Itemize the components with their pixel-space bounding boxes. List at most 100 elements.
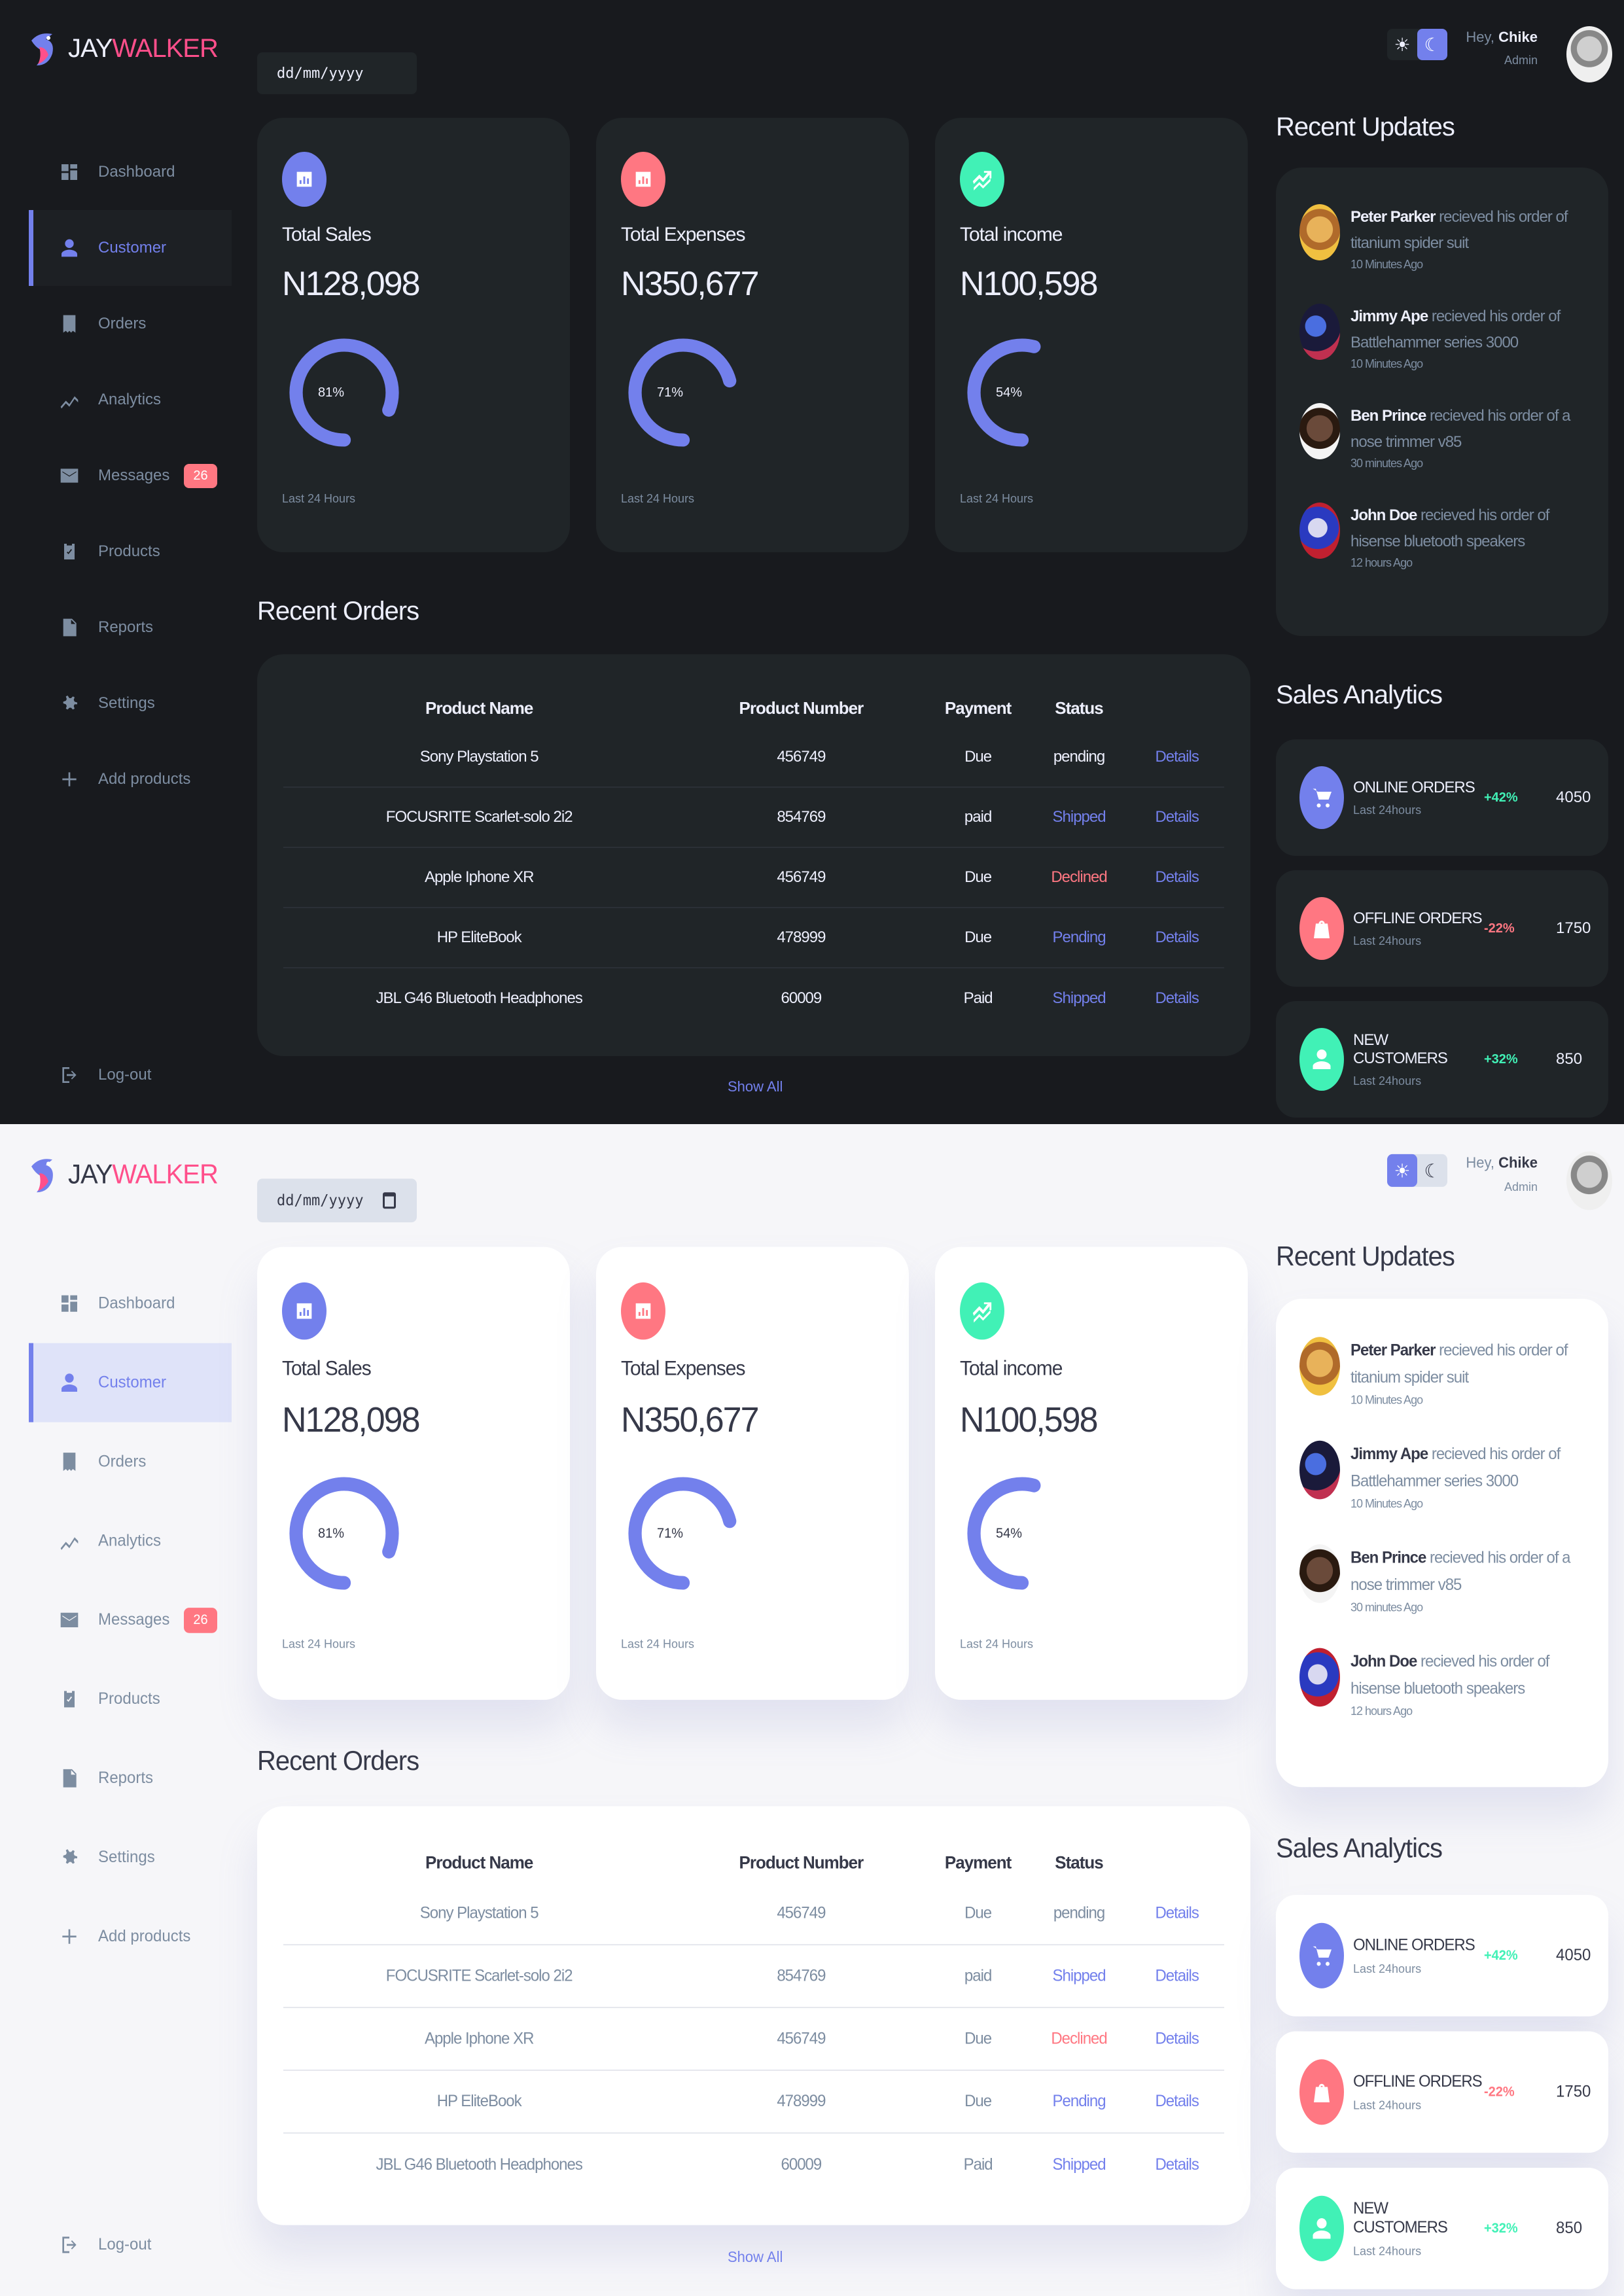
show-all-link[interactable]: Show All bbox=[728, 2248, 783, 2266]
theme-toggle[interactable]: ☀ ☾ bbox=[1387, 29, 1447, 60]
sidebar-item-reports[interactable]: Reports bbox=[29, 1739, 232, 1818]
card-footer: Last 24 Hours bbox=[282, 1636, 356, 1651]
sidebar-item-add-products[interactable]: Add products bbox=[29, 1897, 232, 1976]
sidebar-item-products[interactable]: Products bbox=[29, 1659, 232, 1739]
greeting: Hey, Chike bbox=[1466, 1154, 1538, 1171]
sun-icon[interactable]: ☀ bbox=[1387, 29, 1417, 60]
plus-icon bbox=[58, 1924, 81, 1949]
update-message: John Doe recieved his order of hisense b… bbox=[1350, 503, 1585, 555]
gear-icon bbox=[58, 1845, 81, 1870]
analytics-offline-orders[interactable]: OFFLINE ORDERS Last 24hours -22% 1750 bbox=[1276, 870, 1608, 987]
sidebar-item-label: Orders bbox=[98, 315, 147, 332]
theme-toggle[interactable]: ☀ ☾ bbox=[1387, 1154, 1447, 1187]
calendar-icon[interactable] bbox=[383, 1192, 397, 1209]
sidebar-item-dashboard[interactable]: Dashboard bbox=[29, 134, 232, 210]
sidebar-item-messages[interactable]: Messages 26 bbox=[29, 1580, 232, 1659]
details-link[interactable]: Details bbox=[1129, 748, 1224, 766]
inventory-icon bbox=[58, 540, 81, 563]
analytics-new-customers[interactable]: NEW CUSTOMERS Last 24hours +32% 850 bbox=[1276, 1001, 1608, 1118]
card-footer: Last 24 Hours bbox=[960, 492, 1034, 505]
user-avatar bbox=[1299, 503, 1340, 559]
insight-card-total-income: Total income N100,598 54% Last 24 Hours bbox=[935, 118, 1248, 552]
sidebar-item-products[interactable]: Products bbox=[29, 514, 232, 590]
details-link[interactable]: Details bbox=[1129, 2092, 1224, 2111]
analytics-label: NEW CUSTOMERS bbox=[1353, 1031, 1448, 1067]
date-input[interactable]: dd/mm/yyyy bbox=[257, 1178, 417, 1223]
sidebar-item-orders[interactable]: Orders bbox=[29, 1422, 232, 1502]
sun-icon[interactable]: ☀ bbox=[1387, 1154, 1417, 1187]
cell-product-number: 854769 bbox=[777, 808, 826, 826]
sidebar-item-dashboard[interactable]: Dashboard bbox=[29, 1264, 232, 1343]
sidebar-item-label: Customer bbox=[98, 1373, 167, 1392]
sidebar-item-customer[interactable]: Customer bbox=[29, 1343, 232, 1422]
col-payment: Payment bbox=[944, 1851, 1012, 1873]
sidebar-item-settings[interactable]: Settings bbox=[29, 1818, 232, 1897]
update-message: Peter Parker recieved his order of titan… bbox=[1350, 1337, 1585, 1391]
analytics-meta: OFFLINE ORDERS Last 24hours bbox=[1353, 2072, 1484, 2113]
sales-analytics-title: Sales Analytics bbox=[1276, 1833, 1443, 1864]
brand-logo[interactable]: JAYWALKER bbox=[26, 1153, 219, 1197]
profile-avatar[interactable] bbox=[1566, 1151, 1612, 1210]
details-link[interactable]: Details bbox=[1129, 989, 1224, 1008]
logout-label: Log-out bbox=[98, 2235, 152, 2254]
sidebar-item-analytics[interactable]: Analytics bbox=[29, 362, 232, 438]
analytics-meta: NEW CUSTOMERS Last 24hours bbox=[1353, 2199, 1484, 2258]
analytics-online-orders[interactable]: ONLINE ORDERS Last 24hours +42% 4050 bbox=[1276, 1895, 1608, 2017]
logout-button[interactable]: Log-out bbox=[29, 1037, 232, 1113]
details-link[interactable]: Details bbox=[1129, 868, 1224, 887]
cell-product-name: HP EliteBook bbox=[436, 2092, 522, 2111]
update-item: Ben Prince recieved his order of a nose … bbox=[1299, 403, 1585, 476]
sidebar-item-settings[interactable]: Settings bbox=[29, 665, 232, 741]
analytics-new-customers[interactable]: NEW CUSTOMERS Last 24hours +32% 850 bbox=[1276, 2168, 1608, 2289]
dark-theme-screenshot: JAYWALKER Dashboard Customer Orders Analyti… bbox=[0, 0, 1624, 1124]
details-link[interactable]: Details bbox=[1129, 928, 1224, 947]
details-link[interactable]: Details bbox=[1129, 2155, 1224, 2174]
date-input[interactable]: dd/mm/yyyy bbox=[257, 52, 417, 94]
person-icon bbox=[1299, 1028, 1344, 1091]
analytics-online-orders[interactable]: ONLINE ORDERS Last 24hours +42% 4050 bbox=[1276, 739, 1608, 856]
inventory-icon bbox=[64, 544, 75, 559]
table-row: JBL G46 Bluetooth Headphones 60009 Paid Shi… bbox=[283, 2134, 1224, 2197]
percent-label: 71% bbox=[656, 1525, 684, 1541]
user-role: Admin bbox=[1504, 54, 1538, 67]
sidebar-item-customer[interactable]: Customer bbox=[29, 210, 232, 286]
sidebar-item-label: Orders bbox=[98, 1452, 147, 1471]
moon-icon[interactable]: ☾ bbox=[1417, 1154, 1447, 1187]
update-user-name: Jimmy Ape bbox=[1350, 1444, 1428, 1464]
details-link[interactable]: Details bbox=[1129, 2029, 1224, 2048]
progress-donut: 81% bbox=[282, 327, 406, 458]
table-body: Sony Playstation 5 456749 Due pending Detail… bbox=[283, 728, 1224, 1029]
logout-button[interactable]: Log-out bbox=[29, 2205, 232, 2284]
sidebar-item-add-products[interactable]: Add products bbox=[29, 741, 232, 817]
bag-icon bbox=[1299, 2059, 1344, 2125]
card-amount: N100,598 bbox=[960, 1400, 1099, 1440]
card-amount: N128,098 bbox=[282, 265, 421, 303]
logout-icon bbox=[58, 1063, 81, 1087]
sidebar-item-analytics[interactable]: Analytics bbox=[29, 1502, 232, 1581]
moon-icon[interactable]: ☾ bbox=[1417, 29, 1447, 60]
update-item: John Doe recieved his order of hisense b… bbox=[1299, 1648, 1585, 1725]
sidebar-item-reports[interactable]: Reports bbox=[29, 590, 232, 665]
bag-icon bbox=[1314, 2083, 1330, 2102]
report-icon bbox=[58, 1766, 81, 1791]
cell-status: Shipped bbox=[1052, 989, 1106, 1007]
percent-label: 71% bbox=[656, 385, 684, 400]
details-link[interactable]: Details bbox=[1129, 1904, 1224, 1923]
card-footer: Last 24 Hours bbox=[621, 492, 695, 505]
sidebar-item-label: Reports bbox=[98, 1769, 154, 1788]
details-link[interactable]: Details bbox=[1129, 808, 1224, 826]
brand-logo[interactable]: JAYWALKER bbox=[26, 27, 219, 69]
cell-payment: Paid bbox=[963, 2155, 993, 2174]
details-link[interactable]: Details bbox=[1129, 1966, 1224, 1985]
sidebar-item-orders[interactable]: Orders bbox=[29, 286, 232, 362]
col-product-number: Product Number bbox=[739, 698, 864, 718]
update-user-name: Jimmy Ape bbox=[1350, 308, 1428, 325]
profile-avatar[interactable] bbox=[1566, 26, 1612, 82]
sidebar-item-messages[interactable]: Messages 26 bbox=[29, 438, 232, 514]
update-time: 30 minutes Ago bbox=[1350, 457, 1423, 470]
show-all-link[interactable]: Show All bbox=[728, 1078, 783, 1095]
cell-status: Pending bbox=[1052, 2092, 1106, 2111]
analytics-offline-orders[interactable]: OFFLINE ORDERS Last 24hours -22% 1750 bbox=[1276, 2031, 1608, 2153]
table-row: Apple Iphone XR 456749 Due Declined Details bbox=[283, 848, 1224, 908]
card-label: Total Sales bbox=[282, 1357, 372, 1380]
